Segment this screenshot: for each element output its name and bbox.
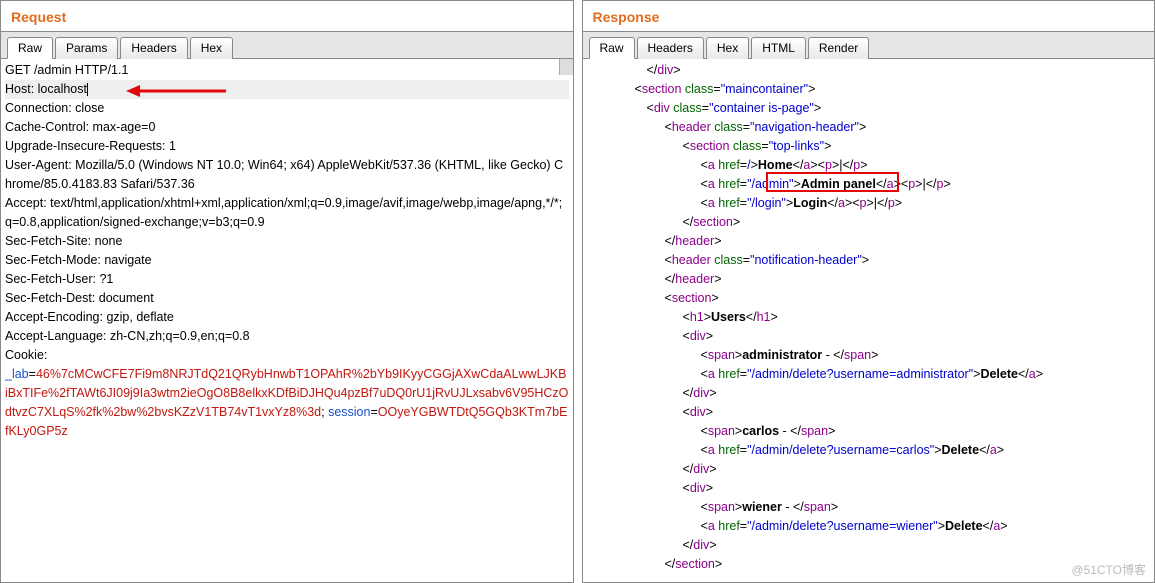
tab-html[interactable]: HTML	[751, 37, 806, 59]
tab-headers[interactable]: Headers	[120, 37, 187, 59]
tab-raw[interactable]: Raw	[7, 37, 53, 59]
response-line[interactable]: <a href=/>Home</a><p>|</p>	[587, 156, 1151, 175]
response-tabs: RawHeadersHexHTMLRender	[583, 31, 1155, 59]
response-line[interactable]: <span>carlos - </span>	[587, 422, 1151, 441]
response-line[interactable]: </header>	[587, 232, 1151, 251]
tab-render[interactable]: Render	[808, 37, 869, 59]
request-line[interactable]: Accept-Encoding: gzip, deflate	[5, 308, 569, 327]
request-cookie[interactable]: _lab=46%7cMCwCFE7Fi9m8NRJTdQ21QRybHnwbT1…	[5, 365, 569, 441]
response-line[interactable]: <span>administrator - </span>	[587, 346, 1151, 365]
response-line[interactable]: <a href="/admin/delete?username=wiener">…	[587, 517, 1151, 536]
request-line[interactable]: Host: localhost	[5, 80, 569, 99]
response-line[interactable]: <header class="notification-header">	[587, 251, 1151, 270]
response-title: Response	[583, 1, 1155, 31]
tab-params[interactable]: Params	[55, 37, 118, 59]
response-line[interactable]: </div>	[587, 384, 1151, 403]
response-line[interactable]: </header>	[587, 270, 1151, 289]
request-content[interactable]: GET /admin HTTP/1.1Host: localhostConnec…	[1, 59, 573, 582]
response-line[interactable]: </section>	[587, 555, 1151, 574]
response-line[interactable]: <div class="container is-page">	[587, 99, 1151, 118]
response-line[interactable]: <a href="/admin/delete?username=carlos">…	[587, 441, 1151, 460]
request-line[interactable]: Cookie:	[5, 346, 569, 365]
response-line[interactable]: </div>	[587, 536, 1151, 555]
response-panel: Response RawHeadersHexHTMLRender </div><…	[582, 0, 1155, 583]
request-line[interactable]: Cache-Control: max-age=0	[5, 118, 569, 137]
response-line[interactable]: <a href="/admin">Admin panel</a><p>|</p>	[587, 175, 1151, 194]
request-title: Request	[1, 1, 573, 31]
request-line[interactable]: GET /admin HTTP/1.1	[5, 61, 569, 80]
response-line[interactable]: </section>	[587, 213, 1151, 232]
request-line[interactable]: Upgrade-Insecure-Requests: 1	[5, 137, 569, 156]
response-line[interactable]: <span>wiener - </span>	[587, 498, 1151, 517]
response-line[interactable]: <a href="/login">Login</a><p>|</p>	[587, 194, 1151, 213]
response-line[interactable]: <section class="maincontainer">	[587, 80, 1151, 99]
request-line[interactable]: Accept: text/html,application/xhtml+xml,…	[5, 194, 569, 232]
response-line[interactable]: <a href="/admin/delete?username=administ…	[587, 365, 1151, 384]
response-line[interactable]: <section class="top-links">	[587, 137, 1151, 156]
request-line[interactable]: Sec-Fetch-Dest: document	[5, 289, 569, 308]
response-line[interactable]: <div>	[587, 327, 1151, 346]
response-line[interactable]: <section>	[587, 289, 1151, 308]
response-line[interactable]: <div>	[587, 479, 1151, 498]
request-line[interactable]: Sec-Fetch-User: ?1	[5, 270, 569, 289]
response-line[interactable]: <header class="navigation-header">	[587, 118, 1151, 137]
request-tabs: RawParamsHeadersHex	[1, 31, 573, 59]
response-line[interactable]: </div>	[587, 460, 1151, 479]
tab-raw[interactable]: Raw	[589, 37, 635, 59]
response-line[interactable]: </div>	[587, 61, 1151, 80]
request-line[interactable]: Connection: close	[5, 99, 569, 118]
response-line[interactable]: <div>	[587, 403, 1151, 422]
response-line[interactable]: <h1>Users</h1>	[587, 308, 1151, 327]
request-line[interactable]: Sec-Fetch-Site: none	[5, 232, 569, 251]
response-content[interactable]: </div><section class="maincontainer"><di…	[583, 59, 1155, 582]
request-line[interactable]: Accept-Language: zh-CN,zh;q=0.9,en;q=0.8	[5, 327, 569, 346]
tab-hex[interactable]: Hex	[706, 37, 749, 59]
tab-headers[interactable]: Headers	[637, 37, 704, 59]
request-line[interactable]: Sec-Fetch-Mode: navigate	[5, 251, 569, 270]
tab-hex[interactable]: Hex	[190, 37, 233, 59]
scrollbar-indicator[interactable]	[559, 59, 573, 75]
request-panel: Request RawParamsHeadersHex GET /admin H…	[0, 0, 574, 583]
request-line[interactable]: User-Agent: Mozilla/5.0 (Windows NT 10.0…	[5, 156, 569, 194]
